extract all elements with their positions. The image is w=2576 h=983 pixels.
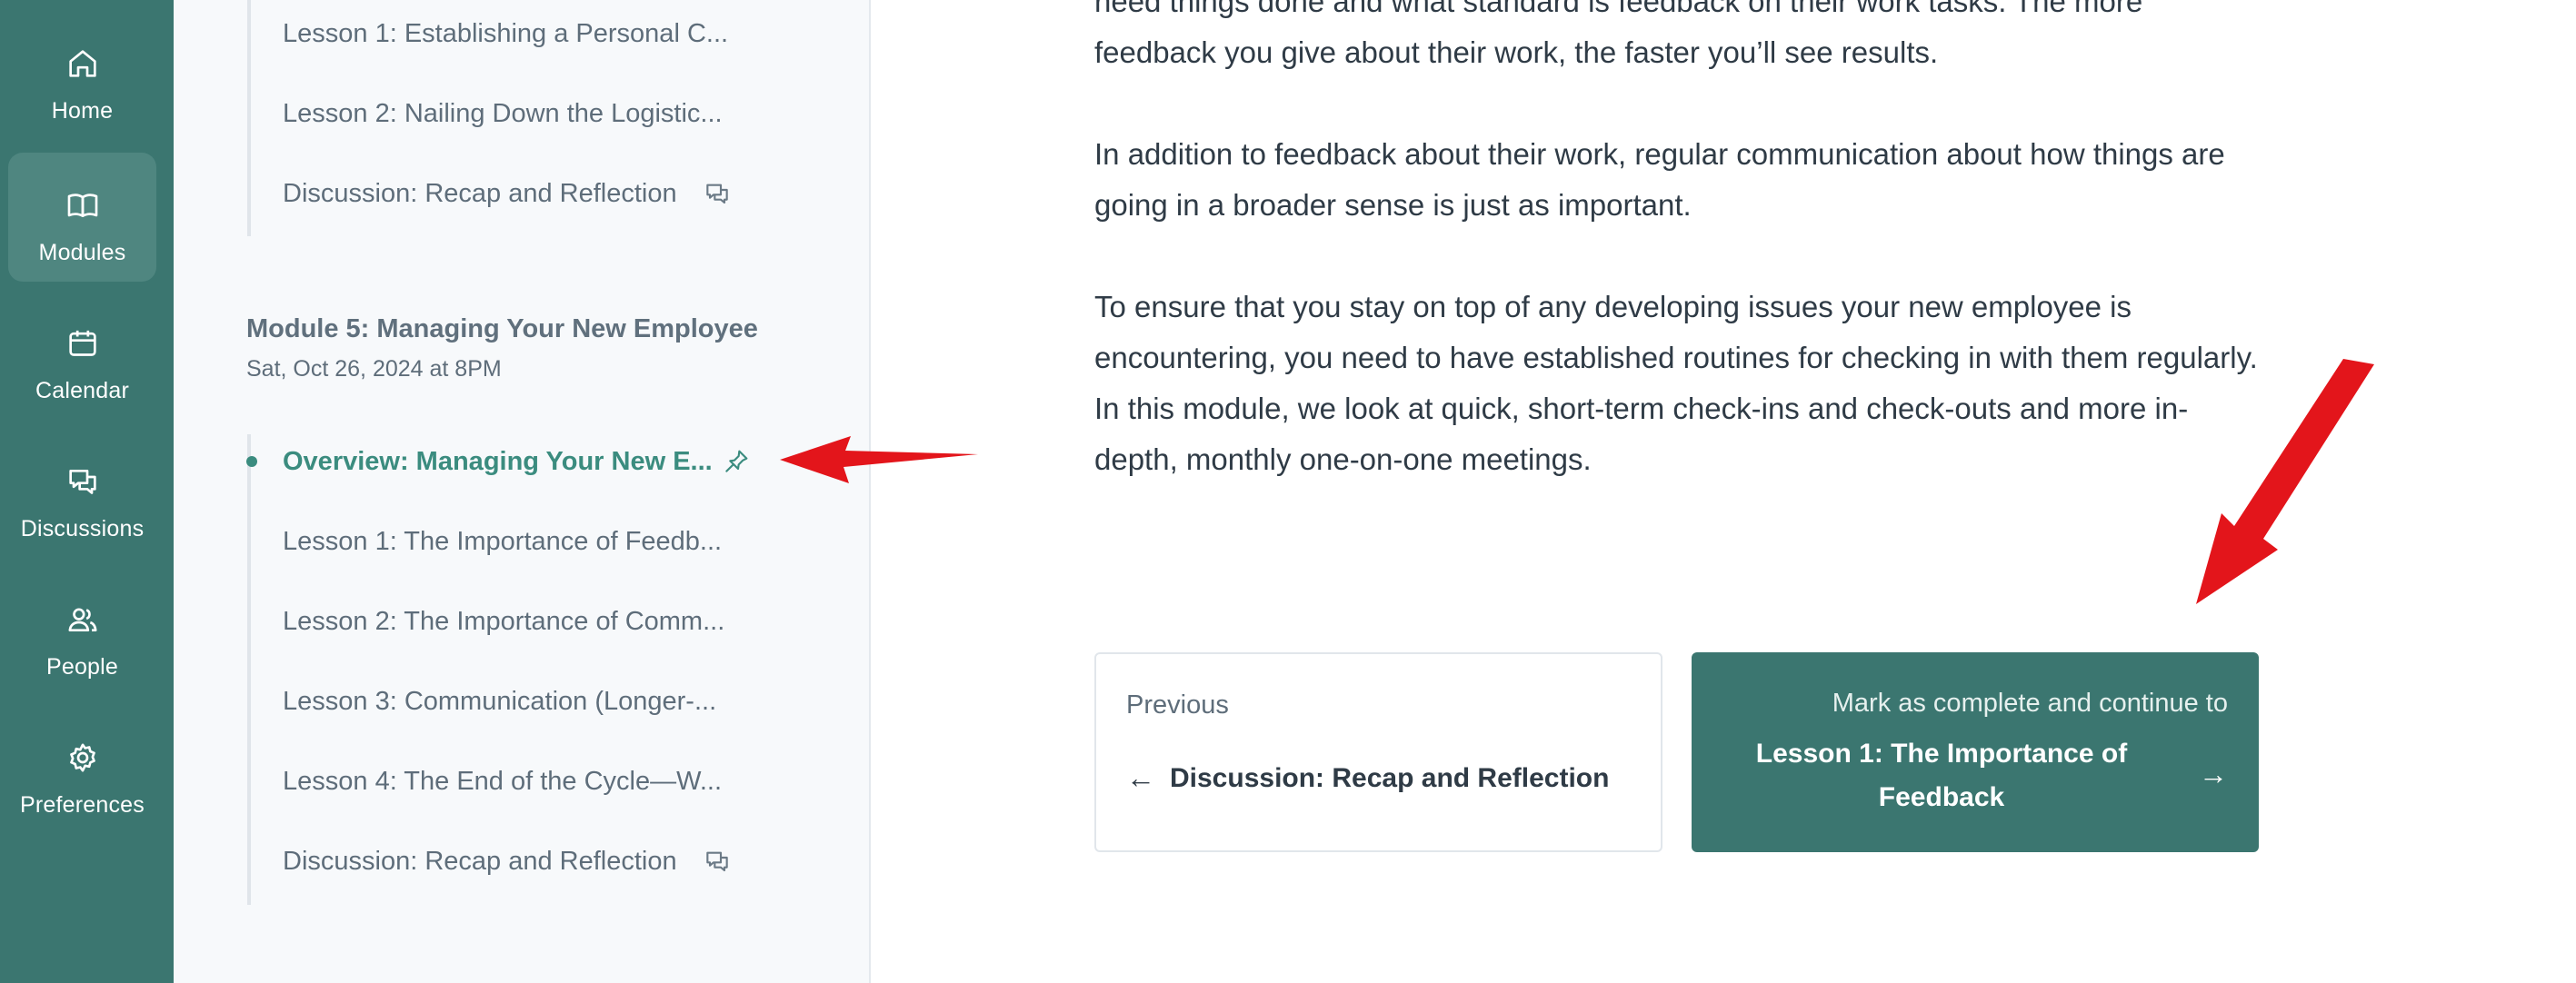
outline-item-lesson-1[interactable]: Lesson 1: The Importance of Feedb... [283,519,722,564]
arrow-right-icon: → [2199,758,2228,790]
people-icon [68,608,96,631]
outline-item-label: Discussion: Recap and Reflection [283,178,677,208]
outline-item-label: Lesson 2: The Importance of Comm... [283,606,725,636]
mark-complete-continue-button[interactable]: Mark as complete and continue to Lesson … [1692,652,2259,852]
previous-label: Previous [1126,690,1229,720]
current-item-indicator [246,456,257,467]
outline-item-label: Lesson 1: The Importance of Feedb... [283,526,723,556]
rail-label-people: People [45,654,119,680]
content-paragraph: In addition to feedback about their work… [1094,137,2225,222]
outline-item-lesson-4[interactable]: Lesson 4: The End of the Cycle—W... [283,759,722,804]
course-outline: Lesson 1: Establishing a Personal C... L… [174,0,871,983]
module-date: Sat, Oct 26, 2024 at 8PM [246,356,502,382]
next-label: Mark as complete and continue to [1832,689,2228,718]
next-title: Lesson 1: The Importance of Feedback [1755,739,2128,812]
annotation-arrow-down [2196,359,2374,604]
outline-group-line [247,0,251,236]
rail-item-home[interactable]: Home [8,11,156,140]
rail-label-preferences: Preferences [20,792,145,818]
annotation-arrow-left [780,436,978,483]
content-paragraph: need things done and what standard is fe… [1094,0,2143,69]
rail-item-people[interactable]: People [8,567,156,696]
rail-item-modules[interactable]: Modules [8,153,156,282]
outline-item-overview[interactable]: Overview: Managing Your New E... [283,439,751,484]
rail-item-discussions[interactable]: Discussions [8,429,156,558]
rail-label-home: Home [51,98,114,124]
rail-item-preferences[interactable]: Preferences [8,705,156,834]
outline-group-line [247,434,251,905]
calendar-icon [68,330,96,356]
outline-item-label: Lesson 3: Communication (Longer-... [283,686,717,716]
outline-item-lesson-2[interactable]: Lesson 2: The Importance of Comm... [283,599,724,644]
book-icon [67,194,97,217]
app-rail: Home Modules Calendar Discussions People [0,0,174,983]
rail-label-discussions: Discussions [20,516,145,541]
home-icon [68,50,96,77]
chat-icon [705,184,728,204]
pin-icon [724,450,748,472]
outline-item-label: Lesson 2: Nailing Down the Logistic... [283,98,723,128]
outline-item-discussion-prev[interactable]: Discussion: Recap and Reflection [283,171,732,216]
content-paragraph: To ensure that you stay on top of any de… [1094,290,2258,476]
outline-item-label: Overview: Managing Your New E... [283,446,713,476]
rail-label-calendar: Calendar [35,378,130,403]
outline-item-label: Discussion: Recap and Reflection [283,846,677,876]
previous-title: Discussion: Recap and Reflection [1170,762,1610,793]
previous-title-row: ← Discussion: Recap and Reflection [1126,761,1609,795]
outline-item-label: Lesson 4: The End of the Cycle—W... [283,766,723,796]
rail-item-calendar[interactable]: Calendar [8,291,156,420]
outline-item-lesson-1-prev[interactable]: Lesson 1: Establishing a Personal C... [283,11,728,56]
chat-icon [68,470,96,494]
outline-item-lesson-3[interactable]: Lesson 3: Communication (Longer-... [283,679,716,724]
gear-icon [69,743,95,772]
previous-button[interactable]: Previous ← Discussion: Recap and Reflect… [1094,652,1662,852]
outline-item-lesson-2-prev[interactable]: Lesson 2: Nailing Down the Logistic... [283,91,723,136]
chat-icon [705,851,728,872]
outline-item-label: Lesson 1: Establishing a Personal C... [283,18,729,48]
module-title[interactable]: Module 5: Managing Your New Employee [246,314,758,344]
arrow-left-icon: ← [1126,761,1155,794]
rail-label-modules: Modules [38,240,126,265]
outline-item-discussion[interactable]: Discussion: Recap and Reflection [283,839,732,884]
